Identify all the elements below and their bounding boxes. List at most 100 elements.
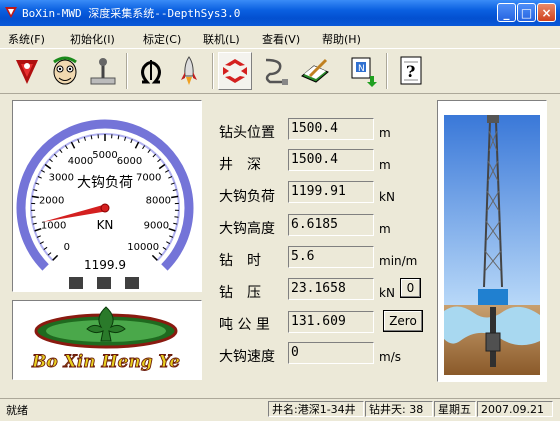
gauge-minor-tick [166, 242, 170, 244]
window-title: BoXin-MWD 深度采集系统--DepthSys3.0 [22, 5, 240, 21]
wob-unit: kN [379, 286, 395, 300]
writing-book-icon[interactable] [298, 52, 332, 90]
gauge-minor-tick [65, 146, 67, 149]
gauge-minor-tick [41, 170, 44, 172]
drilling-rig-picture [438, 101, 546, 381]
boxin-logo-icon[interactable] [10, 52, 44, 90]
svg-text:?: ? [406, 62, 415, 81]
gauge-unit: KN [97, 218, 114, 232]
gauge-major-tick [53, 255, 58, 260]
gauge-tick-label: 7000 [136, 172, 161, 183]
notepad-download-icon[interactable]: N [346, 52, 380, 90]
gauge-minor-tick [153, 154, 156, 157]
gauge-tick-label: 2000 [39, 196, 64, 207]
minimize-button[interactable]: _ [497, 3, 516, 22]
boxin-logo: Bo Xin Heng Ye [13, 301, 201, 379]
gauge-minor-tick [168, 176, 172, 178]
well-depth-label: 井 深 [219, 154, 261, 174]
gauge-minor-tick [40, 242, 44, 244]
gauge-tick-label: 5000 [92, 150, 117, 161]
status-ready: 就绪 [6, 402, 28, 418]
drill-time-unit: min/m [379, 254, 417, 268]
app-logo-icon [4, 5, 18, 19]
ton-km-label: 吨 公 里 [219, 314, 270, 334]
main-window: BoXin-MWD 深度采集系统--DepthSys3.0 _ □ × 系统(F… [0, 0, 560, 420]
cable-plug-icon[interactable] [258, 52, 292, 90]
bit-position-unit: m [379, 126, 391, 140]
bit-position-value: 1500.4 [288, 118, 374, 140]
gauge-tick-labels: 0100020003000400050006000700080009000100… [39, 150, 171, 253]
gauge-minor-tick [44, 247, 47, 249]
hook-height-label: 大钩高度 [219, 218, 275, 238]
hook-speed-unit: m/s [379, 350, 401, 364]
status-well-name: 井名:港深1-34井 [268, 401, 364, 417]
ton-km-zero-button[interactable]: Zero [383, 310, 423, 332]
hookload-gauge: 0100020003000400050006000700080009000100… [13, 101, 201, 291]
hookload-label: 大钩负荷 [219, 186, 275, 206]
wob-zero-button[interactable]: 0 [400, 278, 421, 298]
hook-height-value: 6.6185 [288, 214, 374, 236]
gauge-hub [101, 204, 109, 212]
gauge-minor-tick [159, 253, 162, 256]
sync-arrows-icon[interactable] [218, 52, 252, 90]
ton-km-value: 131.609 [288, 311, 374, 333]
title-bar[interactable]: BoXin-MWD 深度采集系统--DepthSys3.0 _ □ × [0, 0, 560, 26]
gauge-major-tick [71, 142, 74, 148]
gauge-tick-label: 9000 [144, 221, 169, 232]
face-icon[interactable] [48, 52, 82, 90]
gauge-indicators [69, 277, 139, 289]
gauge-minor-tick [60, 150, 62, 153]
gauge-minor-tick [78, 139, 79, 143]
hookload-unit: kN [379, 190, 395, 204]
gauge-minor-tick [125, 137, 126, 141]
gauge-major-tick [152, 255, 157, 260]
help-document-icon[interactable]: ? [394, 52, 428, 90]
omega-icon[interactable] [134, 52, 168, 90]
logo-text: Bo Xin Heng Ye [31, 352, 180, 372]
gauge-minor-tick [37, 236, 41, 238]
toolbar: N ? [0, 48, 560, 94]
rocket-icon[interactable] [172, 52, 206, 90]
drill-time-label: 钻 时 [219, 250, 261, 270]
gauge-minor-tick [84, 137, 85, 141]
gauge-tick-label: 4000 [68, 156, 93, 167]
status-weekday: 星期五 [434, 401, 476, 417]
maximize-button[interactable]: □ [517, 3, 536, 22]
status-drill-days: 钻井天: 38 [365, 401, 433, 417]
hookload-gauge-panel: 0100020003000400050006000700080009000100… [12, 100, 202, 292]
company-logo-panel: Bo Xin Heng Ye [12, 300, 202, 380]
bit-position-label: 钻头位置 [219, 122, 275, 142]
gauge-major-tick [32, 196, 39, 197]
menu-system[interactable]: 系统(F) [8, 31, 45, 47]
gauge-major-tick [135, 142, 138, 148]
gauge-major-tick [171, 196, 178, 197]
menu-online[interactable]: 联机(L) [203, 31, 240, 47]
gauge-minor-tick [54, 154, 57, 157]
hook-speed-label: 大钩速度 [219, 346, 275, 366]
gauge-minor-tick [48, 253, 51, 256]
menu-initialize[interactable]: 初始化(I) [70, 31, 115, 47]
gauge-status-indicator [97, 277, 111, 289]
gauge-major-tick [169, 229, 176, 231]
gauge-status-indicator [125, 277, 139, 289]
menu-calibrate[interactable]: 标定(C) [143, 31, 181, 47]
gauge-value: 1199.9 [84, 258, 126, 272]
gauge-minor-tick [143, 146, 145, 149]
gauge-minor-tick [38, 176, 42, 178]
close-button[interactable]: × [537, 3, 556, 22]
gauge-tick-label: 6000 [117, 156, 142, 167]
status-bar: 就绪 井名:港深1-34井 钻井天: 38 星期五 2007.09.21 [0, 398, 560, 421]
hook-height-unit: m [379, 222, 391, 236]
svg-text:N: N [358, 64, 365, 74]
gauge-minor-tick [165, 170, 168, 172]
gauge-minor-tick [171, 183, 175, 184]
hook-speed-value: 0 [288, 342, 374, 364]
menu-help[interactable]: 帮助(H) [322, 31, 361, 47]
gauge-tick-label: 8000 [146, 196, 171, 207]
gauge-minor-tick [163, 247, 166, 249]
gauge-minor-tick [131, 139, 132, 143]
menu-view[interactable]: 查看(V) [262, 31, 300, 47]
hookload-value: 1199.91 [288, 181, 374, 203]
menu-bar: 系统(F) 初始化(I) 标定(C) 联机(L) 查看(V) 帮助(H) [0, 28, 560, 48]
joystick-icon[interactable] [86, 52, 120, 90]
